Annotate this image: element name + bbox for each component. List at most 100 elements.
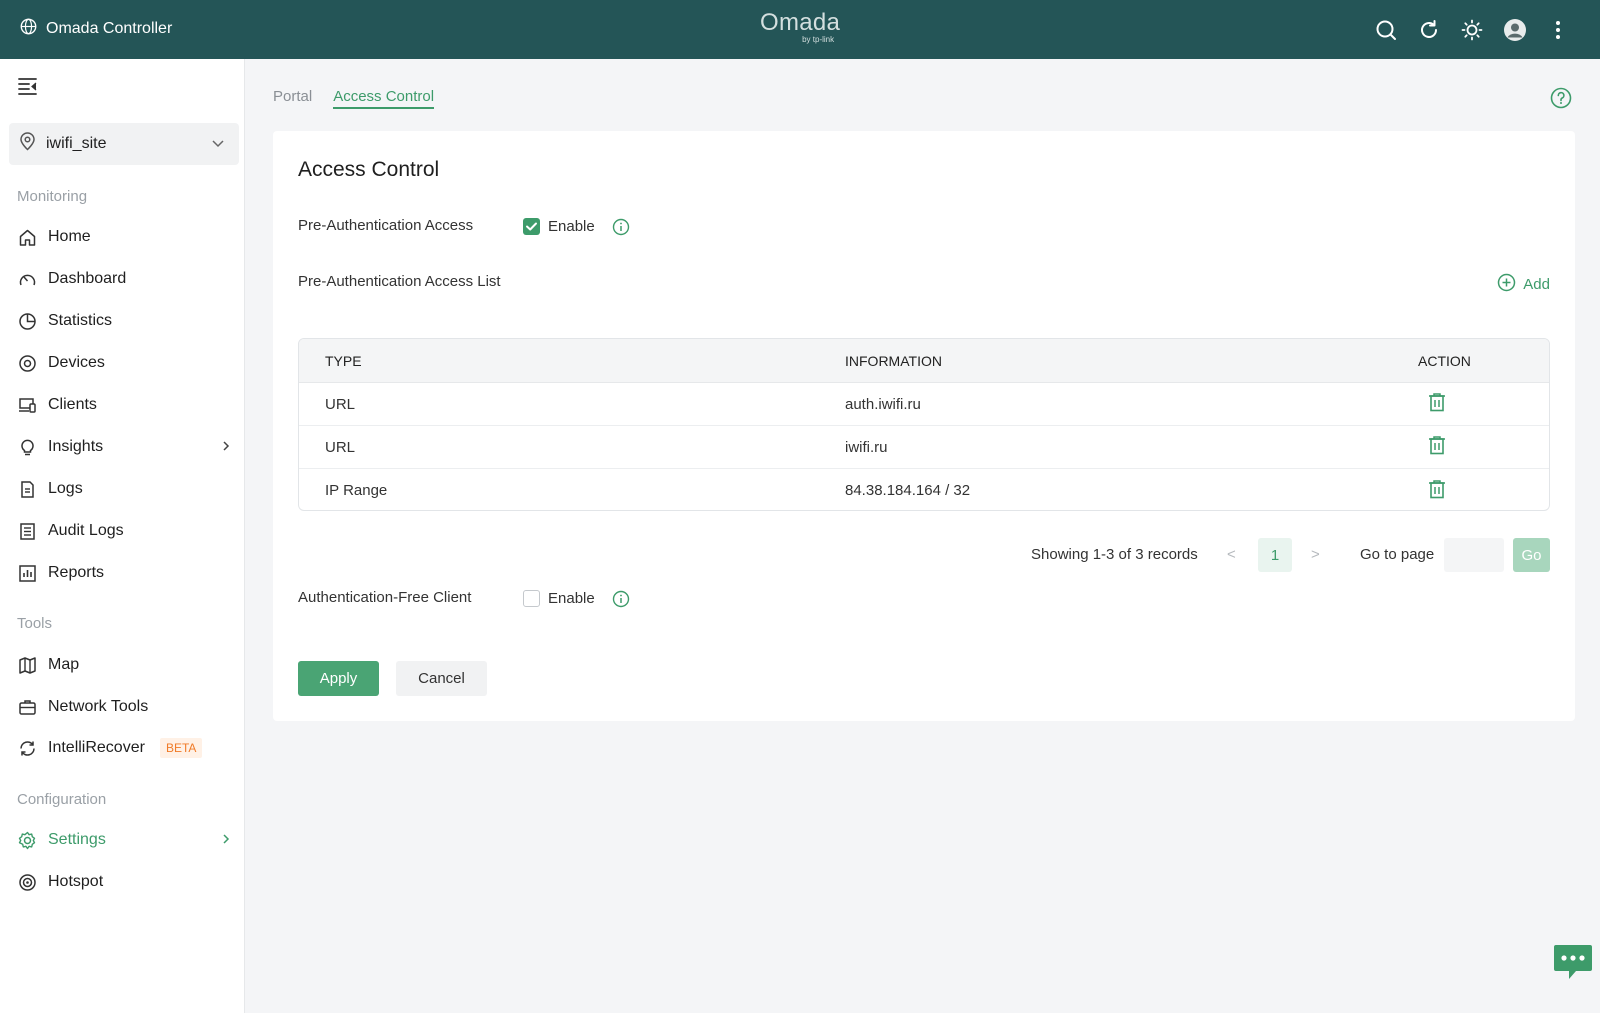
cell-type: URL [325, 438, 356, 456]
sidebar-item-label: Reports [48, 564, 105, 581]
add-circle-icon [1497, 273, 1516, 296]
sidebar-item-home[interactable]: Home [17, 222, 237, 252]
app-title: Omada Controller [46, 20, 173, 37]
sidebar-item-label: Dashboard [48, 270, 127, 287]
cancel-button[interactable]: Cancel [396, 661, 487, 696]
delete-icon[interactable] [1428, 436, 1446, 459]
sidebar-item-intellirecover[interactable]: IntelliRecover BETA [17, 733, 237, 763]
go-to-page-input[interactable] [1444, 538, 1504, 572]
table-header: TYPE INFORMATION ACTION [299, 339, 1549, 383]
site-name: iwifi_site [46, 135, 107, 152]
go-button[interactable]: Go [1513, 538, 1550, 572]
page-title: Access Control [298, 158, 440, 181]
records-count: Showing 1-3 of 3 records [1031, 546, 1198, 563]
chevron-right-icon [221, 439, 231, 458]
go-to-page-label: Go to page [1360, 546, 1435, 563]
logo-sub: by tp-link [802, 35, 835, 44]
pre-auth-table: TYPE INFORMATION ACTION URL auth.iwifi.r… [298, 338, 1550, 511]
sidebar-item-label: Audit Logs [48, 522, 124, 539]
site-selector[interactable]: iwifi_site [9, 123, 239, 165]
column-header-information: INFORMATION [845, 352, 942, 369]
top-actions [1371, 15, 1572, 44]
sidebar-item-label: Settings [48, 831, 106, 848]
top-bar: Omada Controller Omada by tp-link [0, 0, 1600, 59]
home-icon [17, 227, 37, 247]
tab-access-control[interactable]: Access Control [333, 88, 435, 109]
collapse-menu-icon[interactable] [17, 76, 39, 96]
auth-free-enable-label: Enable [548, 590, 595, 607]
insights-icon [17, 437, 37, 457]
pre-auth-list-label: Pre-Authentication Access List [298, 273, 501, 290]
statistics-icon [17, 311, 37, 331]
omada-logo: Omada by tp-link [760, 11, 840, 44]
dashboard-icon [17, 269, 37, 289]
sidebar-item-logs[interactable]: Logs [17, 474, 237, 504]
access-control-card: Access Control Pre-Authentication Access… [273, 131, 1575, 721]
sidebar-item-audit-logs[interactable]: Audit Logs [17, 516, 237, 546]
map-icon [17, 655, 37, 675]
tab-portal[interactable]: Portal [273, 88, 312, 109]
delete-icon[interactable] [1428, 393, 1446, 416]
help-icon[interactable] [1550, 87, 1572, 113]
audit-logs-icon [17, 521, 37, 541]
reports-icon [17, 563, 37, 583]
cell-type: URL [325, 395, 356, 413]
sidebar-item-reports[interactable]: Reports [17, 558, 237, 588]
sidebar-item-label: Network Tools [48, 698, 149, 715]
sidebar-item-label: Statistics [48, 312, 113, 329]
delete-icon[interactable] [1428, 479, 1446, 503]
auth-free-enable-checkbox[interactable] [523, 590, 540, 607]
sidebar-item-statistics[interactable]: Statistics [17, 306, 237, 336]
more-vert-icon[interactable] [1543, 15, 1572, 44]
sidebar-item-map[interactable]: Map [17, 650, 237, 680]
cell-information: 84.38.184.164 / 32 [845, 482, 971, 499]
network-tools-icon [17, 697, 37, 717]
chevron-down-icon [211, 136, 225, 155]
sidebar: iwifi_site Monitoring Home Dashboard Sta… [0, 59, 245, 1013]
apply-button[interactable]: Apply [298, 661, 379, 696]
sidebar-item-label: Hotspot [48, 873, 104, 890]
next-page-button[interactable]: > [1311, 546, 1320, 563]
sidebar-item-label: Devices [48, 354, 105, 371]
search-icon[interactable] [1371, 15, 1400, 44]
cell-information: iwifi.ru [845, 438, 888, 456]
beta-badge: BETA [159, 738, 203, 758]
sidebar-item-label: IntelliRecover [48, 739, 145, 756]
sidebar-item-label: Logs [48, 480, 83, 497]
sidebar-item-clients[interactable]: Clients [17, 390, 237, 420]
avatar[interactable] [1500, 15, 1529, 44]
sidebar-item-network-tools[interactable]: Network Tools [17, 692, 237, 722]
refresh-icon[interactable] [1414, 15, 1443, 44]
sidebar-item-hotspot[interactable]: Hotspot [17, 867, 237, 897]
section-configuration: Configuration [17, 791, 107, 808]
add-button[interactable]: Add [1497, 273, 1550, 296]
table-row: URL iwifi.ru [299, 426, 1549, 469]
logo-main: Omada [760, 9, 841, 36]
devices-icon [17, 353, 37, 373]
section-tools: Tools [17, 615, 53, 632]
pagination: Showing 1-3 of 3 records < 1 > Go to pag… [273, 538, 1575, 572]
globe-icon [20, 18, 37, 40]
intellirecover-icon [17, 738, 37, 758]
sidebar-item-settings[interactable]: Settings [17, 825, 237, 855]
chat-bubble-icon[interactable] [1553, 943, 1593, 985]
clients-icon [17, 395, 37, 415]
sidebar-item-label: Home [48, 228, 91, 245]
info-icon[interactable] [612, 218, 630, 236]
pre-auth-enable-checkbox[interactable] [523, 218, 540, 235]
theme-sun-icon[interactable] [1457, 15, 1486, 44]
sidebar-item-label: Clients [48, 396, 97, 413]
page-number-button[interactable]: 1 [1258, 538, 1292, 572]
info-icon[interactable] [612, 590, 630, 608]
sidebar-item-label: Map [48, 656, 80, 673]
add-label: Add [1523, 276, 1550, 293]
column-header-type: TYPE [325, 352, 362, 369]
pre-auth-enable-label: Enable [548, 218, 595, 235]
section-monitoring: Monitoring [17, 188, 88, 205]
sidebar-item-devices[interactable]: Devices [17, 348, 237, 378]
prev-page-button[interactable]: < [1227, 546, 1236, 563]
sidebar-item-dashboard[interactable]: Dashboard [17, 264, 237, 294]
sidebar-item-insights[interactable]: Insights [17, 432, 237, 462]
location-pin-icon [19, 132, 36, 156]
sidebar-item-label: Insights [48, 438, 104, 455]
